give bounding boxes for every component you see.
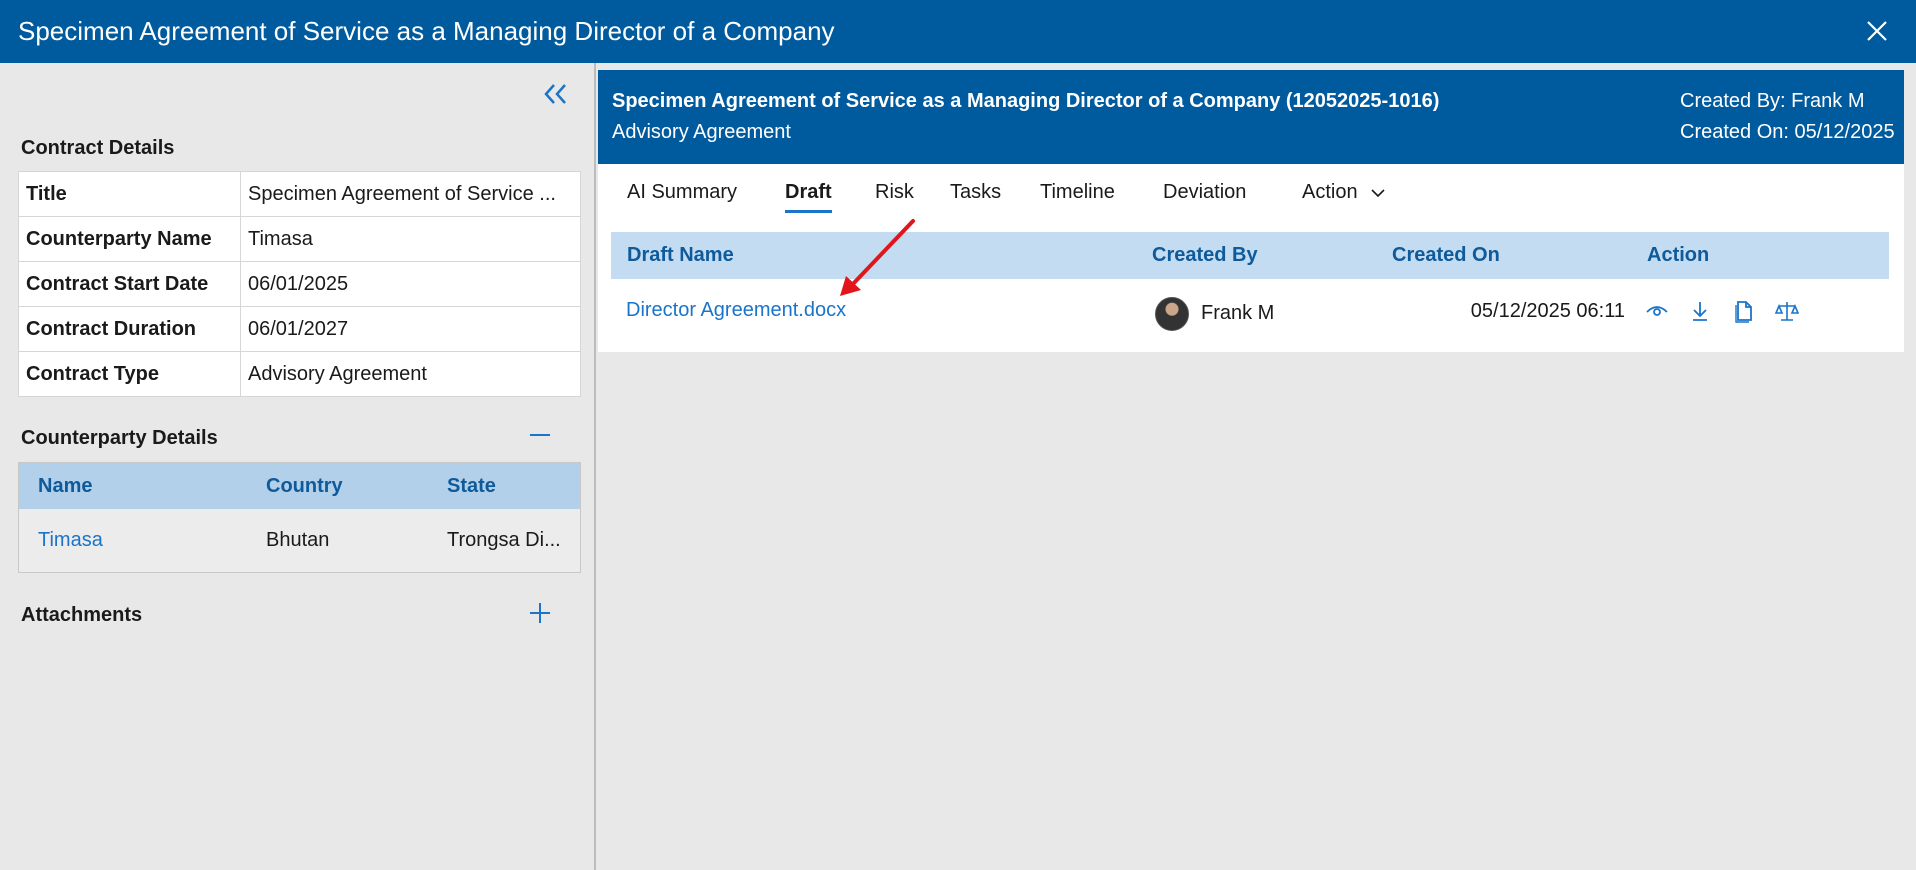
tab-risk[interactable]: Risk bbox=[875, 181, 914, 210]
window-titlebar: Specimen Agreement of Service as a Manag… bbox=[0, 0, 1916, 63]
counterparty-country: Bhutan bbox=[266, 529, 330, 551]
panel-header: Specimen Agreement of Service as a Manag… bbox=[598, 70, 1904, 164]
tab-draft[interactable]: Draft bbox=[785, 181, 832, 213]
attachments-heading: Attachments bbox=[21, 604, 143, 626]
table-row: Timasa Bhutan Trongsa Di... bbox=[19, 509, 580, 572]
collapse-double-chevron-icon[interactable] bbox=[540, 81, 570, 107]
contract-details-heading: Contract Details bbox=[21, 137, 175, 159]
avatar bbox=[1155, 297, 1189, 331]
column-header-created-by: Created By bbox=[1152, 244, 1258, 266]
draft-created-on: 05/12/2025 06:11 bbox=[1470, 300, 1625, 322]
draft-creator: Frank M bbox=[1201, 302, 1275, 324]
column-header-created-on: Created On bbox=[1392, 244, 1500, 266]
counterparty-table: Name Country State Timasa Bhutan Trongsa… bbox=[18, 462, 581, 573]
panel-subtitle: Advisory Agreement bbox=[612, 121, 791, 143]
tab-action[interactable]: Action bbox=[1302, 181, 1385, 210]
column-header-draft-name: Draft Name bbox=[627, 244, 734, 266]
detail-key: Contract Type bbox=[18, 351, 241, 397]
tab-timeline[interactable]: Timeline bbox=[1040, 181, 1115, 210]
tab-deviation[interactable]: Deviation bbox=[1163, 181, 1246, 210]
detail-key: Counterparty Name bbox=[18, 216, 241, 262]
draft-document-link[interactable]: Director Agreement.docx bbox=[626, 299, 846, 322]
detail-key: Title bbox=[18, 171, 241, 217]
tab-action-label: Action bbox=[1302, 181, 1358, 203]
detail-value: Timasa bbox=[240, 216, 581, 262]
detail-value: 06/01/2025 bbox=[240, 261, 581, 307]
chevron-down-icon bbox=[1371, 189, 1385, 197]
column-header-name: Name bbox=[38, 474, 93, 497]
window-title: Specimen Agreement of Service as a Manag… bbox=[18, 16, 835, 46]
detail-row-start-date: Contract Start Date 06/01/2025 bbox=[18, 261, 581, 307]
detail-row-type: Contract Type Advisory Agreement bbox=[18, 351, 581, 397]
panel-title: Specimen Agreement of Service as a Manag… bbox=[612, 90, 1440, 112]
eye-icon[interactable] bbox=[1645, 299, 1669, 323]
add-attachment-plus-icon[interactable] bbox=[528, 601, 552, 625]
tab-tasks[interactable]: Tasks bbox=[950, 181, 1001, 210]
table-row: Director Agreement.docx Frank M 05/12/20… bbox=[611, 279, 1889, 346]
column-header-action: Action bbox=[1647, 244, 1710, 266]
detail-row-duration: Contract Duration 06/01/2027 bbox=[18, 306, 581, 352]
counterparty-header-row: Name Country State bbox=[19, 463, 580, 509]
detail-value: Advisory Agreement bbox=[240, 351, 581, 397]
tab-bar: AI Summary Draft Risk Tasks Timeline Dev… bbox=[598, 164, 1904, 220]
column-header-state: State bbox=[447, 474, 496, 497]
close-icon[interactable] bbox=[1862, 16, 1892, 46]
contract-panel: Specimen Agreement of Service as a Manag… bbox=[594, 63, 1916, 870]
collapse-minus-icon[interactable] bbox=[528, 423, 552, 447]
created-by-label: Created By: Frank M bbox=[1680, 90, 1865, 112]
panel-body: AI Summary Draft Risk Tasks Timeline Dev… bbox=[598, 164, 1904, 352]
counterparty-details-heading: Counterparty Details bbox=[21, 427, 218, 449]
created-on-label: Created On: 05/12/2025 bbox=[1680, 121, 1895, 143]
column-header-country: Country bbox=[266, 474, 343, 497]
contract-sidebar: Contract Details Title Specimen Agreemen… bbox=[0, 63, 594, 870]
scale-icon[interactable] bbox=[1775, 299, 1799, 323]
download-icon[interactable] bbox=[1688, 299, 1712, 323]
detail-key: Contract Start Date bbox=[18, 261, 241, 307]
detail-row-counterparty: Counterparty Name Timasa bbox=[18, 216, 581, 262]
counterparty-state: Trongsa Di... bbox=[447, 529, 561, 551]
detail-row-title: Title Specimen Agreement of Service ... bbox=[18, 171, 581, 217]
detail-key: Contract Duration bbox=[18, 306, 241, 352]
counterparty-name-link[interactable]: Timasa bbox=[38, 529, 103, 552]
detail-value: Specimen Agreement of Service ... bbox=[240, 171, 581, 217]
contract-details-table: Title Specimen Agreement of Service ... … bbox=[18, 171, 581, 397]
draft-table-header: Draft Name Created By Created On Action bbox=[611, 232, 1889, 279]
tab-ai-summary[interactable]: AI Summary bbox=[627, 181, 737, 210]
detail-value: 06/01/2027 bbox=[240, 306, 581, 352]
document-icon[interactable] bbox=[1732, 299, 1756, 323]
